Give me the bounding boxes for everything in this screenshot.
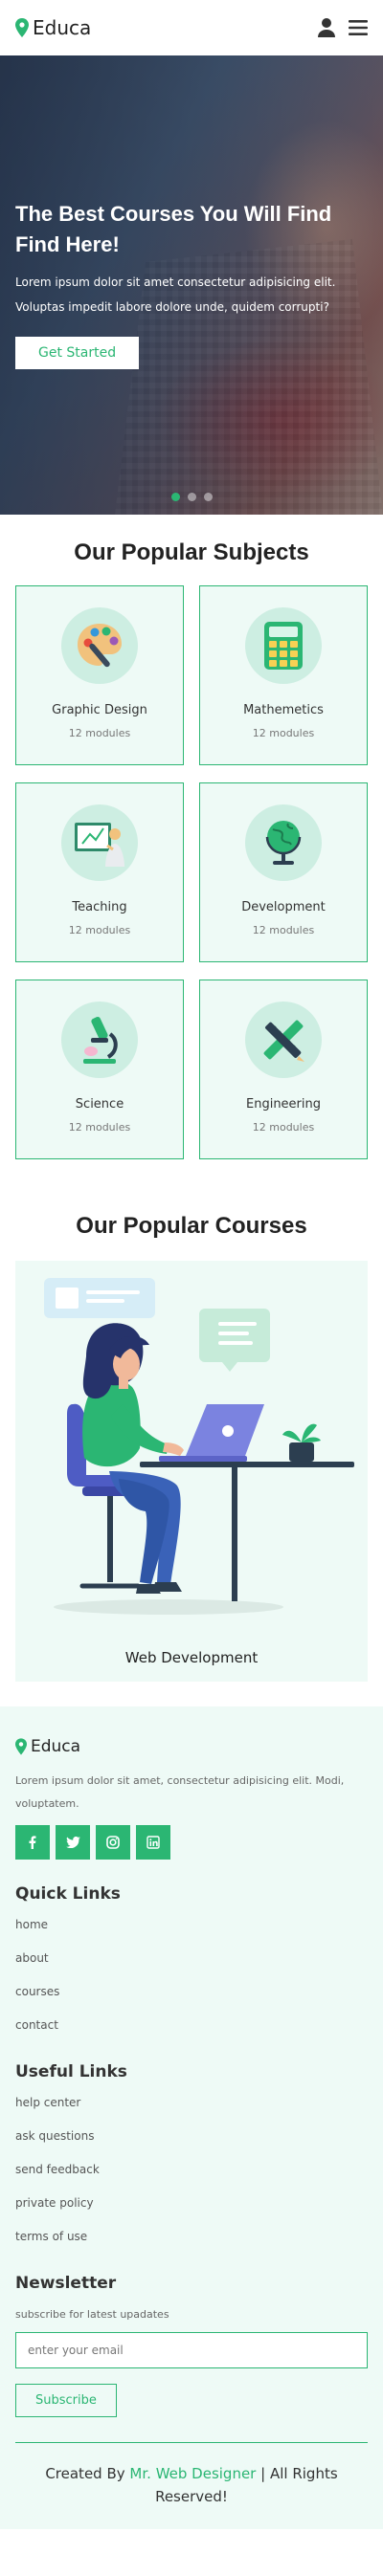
footer-link[interactable]: home: [15, 1915, 368, 1949]
map-pin-icon: [15, 1738, 27, 1755]
twitter-icon: [65, 1837, 80, 1848]
copyright: Created By Mr. Web Designer | All Rights…: [15, 2442, 368, 2529]
globe-icon: [265, 821, 302, 865]
subject-name: Science: [75, 1097, 124, 1112]
hero-content: The Best Courses You Will Find Find Here…: [15, 199, 364, 369]
linkedin-link[interactable]: [136, 1825, 170, 1860]
subjects-section: Our Popular Subjects Graphic Design 12 m…: [0, 515, 383, 1186]
footer-link[interactable]: courses: [15, 1982, 368, 2015]
subject-modules: 12 modules: [252, 727, 315, 739]
teacher-board-icon: [75, 823, 124, 867]
footer-link[interactable]: ask questions: [15, 2126, 368, 2160]
menu-icon[interactable]: [349, 20, 368, 35]
hero-slider: The Best Courses You Will Find Find Here…: [0, 55, 383, 515]
subject-card[interactable]: Teaching 12 modules: [15, 782, 184, 962]
subject-name: Graphic Design: [52, 703, 147, 717]
credit-prefix: Created By: [45, 2465, 125, 2482]
subject-card[interactable]: Development 12 modules: [199, 782, 368, 962]
get-started-button[interactable]: Get Started: [15, 337, 140, 369]
course-name: Web Development: [124, 1649, 259, 1666]
subject-card[interactable]: Graphic Design 12 modules: [15, 585, 184, 765]
newsletter-subtitle: subscribe for latest upadates: [15, 2308, 169, 2321]
subject-name: Engineering: [246, 1097, 321, 1112]
subject-name: Teaching: [72, 900, 127, 914]
useful-links-title: Useful Links: [15, 2062, 127, 2081]
slider-dot[interactable]: [170, 493, 180, 501]
subject-modules: 12 modules: [252, 1121, 315, 1134]
user-icon[interactable]: [318, 18, 335, 37]
instagram-link[interactable]: [96, 1825, 130, 1860]
palette-icon: [78, 624, 122, 668]
subjects-title: Our Popular Subjects: [74, 539, 309, 565]
quick-links: home about courses contact: [15, 1915, 368, 2049]
courses-section: Our Popular Courses Web Development: [0, 1186, 383, 1706]
footer-link[interactable]: contact: [15, 2015, 368, 2049]
email-field[interactable]: [15, 2332, 368, 2368]
slider-pagination: [0, 493, 383, 501]
social-links: [15, 1825, 368, 1860]
facebook-icon: [29, 1836, 36, 1849]
linkedin-icon: [146, 1836, 160, 1849]
instagram-icon: [106, 1836, 120, 1849]
twitter-link[interactable]: [56, 1825, 90, 1860]
course-card[interactable]: Web Development: [15, 1261, 368, 1682]
footer-link[interactable]: help center: [15, 2093, 368, 2126]
newsletter-title: Newsletter: [15, 2274, 117, 2293]
footer-link[interactable]: private policy: [15, 2193, 368, 2227]
subject-modules: 12 modules: [252, 924, 315, 936]
slider-dot[interactable]: [203, 493, 213, 501]
footer-logo-text: Educa: [31, 1737, 81, 1756]
subject-card[interactable]: Engineering 12 modules: [199, 980, 368, 1159]
hero-title: The Best Courses You Will Find Find Here…: [15, 202, 332, 256]
footer-link[interactable]: send feedback: [15, 2160, 368, 2193]
logo[interactable]: Educa: [15, 16, 91, 39]
subject-name: Development: [241, 900, 326, 914]
author-link[interactable]: Mr. Web Designer: [129, 2465, 256, 2482]
footer-logo[interactable]: Educa: [15, 1737, 368, 1756]
courses-title: Our Popular Courses: [76, 1213, 307, 1239]
subject-grid: Graphic Design 12 modules Mathemetics 12…: [15, 585, 368, 1159]
useful-links: help center ask questions send feedback …: [15, 2093, 368, 2260]
course-illustration: [44, 1278, 354, 1615]
pencil-ruler-icon: [263, 1020, 304, 1062]
footer-about: Lorem ipsum dolor sit amet, consectetur …: [15, 1774, 345, 1810]
slider-dot[interactable]: [187, 493, 196, 501]
microscope-icon: [83, 1016, 118, 1064]
logo-text: Educa: [33, 16, 92, 39]
site-footer: Educa Lorem ipsum dolor sit amet, consec…: [0, 1706, 383, 2529]
subject-card[interactable]: Mathemetics 12 modules: [199, 585, 368, 765]
subject-modules: 12 modules: [68, 727, 131, 739]
hero-text: Lorem ipsum dolor sit amet consectetur a…: [15, 275, 336, 314]
subject-modules: 12 modules: [68, 924, 131, 936]
subject-modules: 12 modules: [68, 1121, 131, 1134]
site-header: Educa: [0, 0, 383, 55]
map-pin-icon: [15, 18, 29, 37]
subject-name: Mathemetics: [243, 703, 324, 717]
quick-links-title: Quick Links: [15, 1884, 121, 1904]
footer-link[interactable]: terms of use: [15, 2227, 368, 2260]
header-actions: [318, 18, 368, 37]
subscribe-button[interactable]: Subscribe: [15, 2384, 117, 2417]
facebook-link[interactable]: [15, 1825, 50, 1860]
footer-link[interactable]: about: [15, 1949, 368, 1982]
calculator-icon: [264, 622, 303, 670]
subject-card[interactable]: Science 12 modules: [15, 980, 184, 1159]
